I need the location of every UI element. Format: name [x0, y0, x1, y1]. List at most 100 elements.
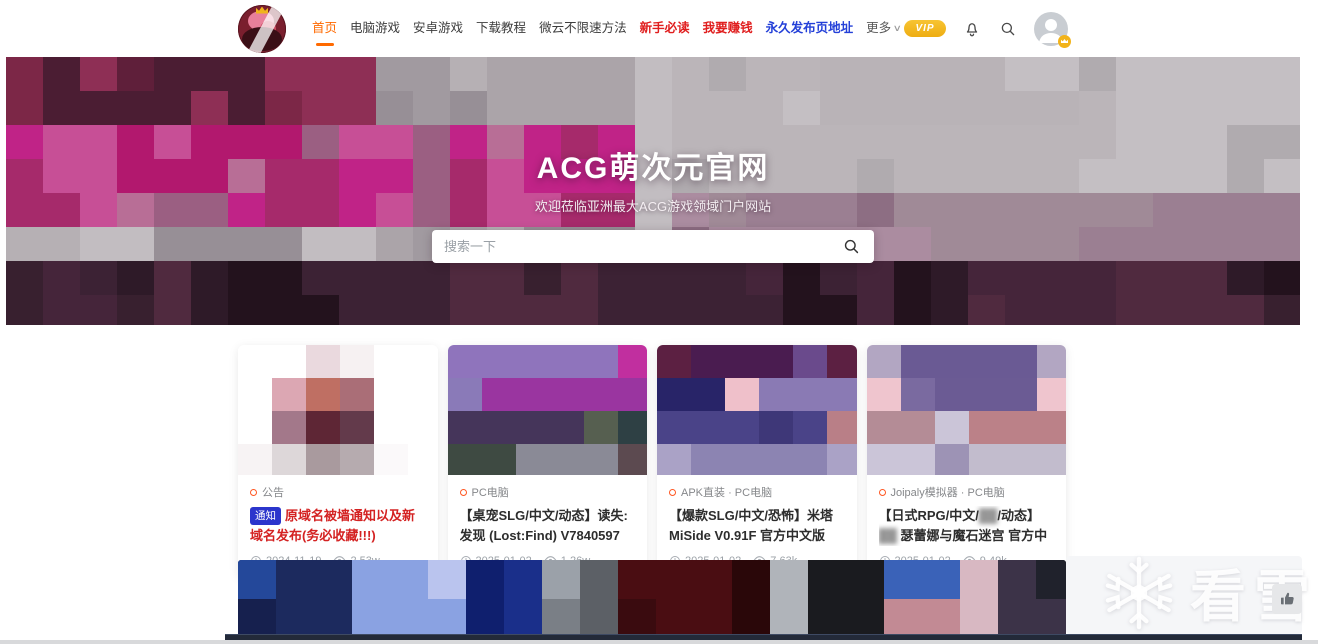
mosaic-cell	[691, 345, 726, 379]
censored-text: ██	[979, 508, 997, 523]
thumbs-up-icon	[1279, 591, 1295, 607]
mosaic-cell	[793, 444, 828, 475]
post-category[interactable]: PC电脑	[472, 484, 509, 500]
post-thumbnail[interactable]	[448, 345, 648, 475]
post-title[interactable]: 【桌宠SLG/中文/动态】读失: 发现 (Lost:Find) V7840597…	[460, 506, 636, 546]
post-category[interactable]: Joipaly模拟器 · PC电脑	[891, 484, 1005, 500]
mosaic-cell	[352, 599, 391, 636]
search-button[interactable]	[998, 19, 1018, 39]
mosaic-cell	[238, 411, 273, 445]
mosaic-cell	[1037, 378, 1067, 412]
bell-icon	[963, 20, 981, 38]
mosaic-cell	[1003, 444, 1038, 475]
post-category[interactable]: 公告	[262, 484, 284, 500]
mosaic-cell	[314, 599, 353, 636]
navbar-actions: VIP	[904, 12, 1068, 46]
like-button[interactable]	[1272, 584, 1302, 614]
mosaic-cell	[580, 560, 619, 600]
category-dot-icon	[250, 489, 257, 496]
mosaic-cell	[935, 378, 970, 412]
mosaic-cell	[969, 345, 1004, 379]
hero-search-bar[interactable]	[432, 230, 874, 263]
nav-item-download-tutorial[interactable]: 下载教程	[476, 0, 526, 57]
post-category[interactable]: APK直装 · PC电脑	[681, 484, 772, 500]
post-card[interactable]: PC电脑 【桌宠SLG/中文/动态】读失: 发现 (Lost:Find) V78…	[448, 345, 648, 578]
mosaic-cell	[618, 599, 657, 636]
mosaic-cell	[1036, 560, 1066, 600]
mosaic-cell	[340, 411, 375, 445]
top-navbar: 首页 电脑游戏 安卓游戏 下载教程 微云不限速方法 新手必读 我要赚钱 永久发布…	[0, 0, 1318, 57]
user-avatar[interactable]	[1034, 12, 1068, 46]
nav-item-android-games[interactable]: 安卓游戏	[413, 0, 463, 57]
search-icon	[842, 237, 861, 256]
search-input[interactable]	[444, 239, 840, 254]
mosaic-cell	[408, 345, 438, 379]
censored-text: ██	[879, 528, 897, 543]
nav-label: 更多	[866, 0, 891, 57]
mosaic-cell	[867, 345, 902, 379]
mosaic-cell	[759, 444, 794, 475]
mosaic-cell	[482, 444, 517, 475]
post-thumbnail[interactable]	[657, 345, 857, 475]
nav-label: 新手必读	[640, 0, 690, 57]
post-category-row: 公告	[250, 484, 426, 500]
mosaic-cell	[516, 444, 551, 475]
nav-label: 安卓游戏	[413, 0, 463, 57]
mosaic-cell	[725, 444, 760, 475]
notifications-button[interactable]	[962, 19, 982, 39]
post-grid: 公告 通知原域名被墙通知以及新域名发布(务必收藏!!!) 2024-11-19 …	[238, 345, 1066, 578]
post-card-announcement[interactable]: 公告 通知原域名被墙通知以及新域名发布(务必收藏!!!) 2024-11-19 …	[238, 345, 438, 578]
mosaic-cell	[584, 378, 619, 412]
mosaic-cell	[482, 411, 517, 445]
mosaic-cell	[922, 599, 961, 636]
mosaic-cell	[725, 345, 760, 379]
mosaic-cell	[770, 560, 809, 600]
post-title[interactable]: 【爆款SLG/中文/恐怖】米塔 MiSide V0.91F 官方中文版+MOD整…	[669, 506, 845, 546]
nav-item-pc-games[interactable]: 电脑游戏	[350, 0, 400, 57]
notice-tag: 通知	[250, 507, 281, 525]
mosaic-cell	[1037, 444, 1067, 475]
mosaic-cell	[466, 599, 505, 636]
mosaic-cell	[901, 411, 936, 445]
mosaic-cell	[352, 560, 391, 600]
post-thumbnail[interactable]	[867, 345, 1067, 475]
bottom-banner-image[interactable]	[238, 560, 1066, 636]
lower-section-panel	[1066, 556, 1302, 634]
mosaic-cell	[542, 599, 581, 636]
post-title[interactable]: 【日式RPG/中文/██/动态】██ 瑟蕾娜与魔石迷宫 官方中文版【P...	[879, 506, 1055, 546]
post-card[interactable]: Joipaly模拟器 · PC电脑 【日式RPG/中文/██/动态】██ 瑟蕾娜…	[867, 345, 1067, 578]
mosaic-cell	[238, 345, 273, 379]
category-dot-icon	[460, 489, 467, 496]
nav-item-more[interactable]: 更多 ∨	[866, 0, 901, 57]
mosaic-cell	[542, 560, 581, 600]
mosaic-cell	[657, 378, 692, 412]
mosaic-cell	[340, 444, 375, 475]
vip-badge[interactable]: VIP	[904, 20, 946, 37]
category-dot-icon	[879, 489, 886, 496]
post-card[interactable]: APK直装 · PC电脑 【爆款SLG/中文/恐怖】米塔 MiSide V0.9…	[657, 345, 857, 578]
mosaic-cell	[922, 560, 961, 600]
mosaic-cell	[759, 411, 794, 445]
mosaic-cell	[306, 444, 341, 475]
post-title[interactable]: 通知原域名被墙通知以及新域名发布(务必收藏!!!)	[250, 506, 426, 546]
nav-item-home[interactable]: 首页	[312, 0, 337, 57]
nav-item-beginner-guide[interactable]: 新手必读	[640, 0, 690, 57]
mosaic-cell	[960, 560, 999, 600]
mosaic-cell	[691, 411, 726, 445]
mosaic-cell	[306, 345, 341, 379]
nav-item-earn-money[interactable]: 我要赚钱	[703, 0, 753, 57]
site-logo[interactable]	[238, 5, 286, 53]
mosaic-cell	[867, 378, 902, 412]
mosaic-cell	[960, 599, 999, 636]
mosaic-cell	[584, 411, 619, 445]
window-bottom-edge	[0, 640, 1318, 644]
nav-item-permanent-url[interactable]: 永久发布页地址	[766, 0, 854, 57]
mosaic-cell	[272, 444, 307, 475]
mosaic-cell	[408, 444, 438, 475]
hero-overlay: ACG萌次元官网 欢迎莅临亚洲最大ACG游戏领域门户网站	[6, 57, 1300, 325]
mosaic-cell	[867, 444, 902, 475]
mosaic-cell	[691, 444, 726, 475]
search-submit-button[interactable]	[840, 236, 862, 258]
nav-item-weiyun-speed[interactable]: 微云不限速方法	[539, 0, 627, 57]
post-thumbnail[interactable]	[238, 345, 438, 475]
